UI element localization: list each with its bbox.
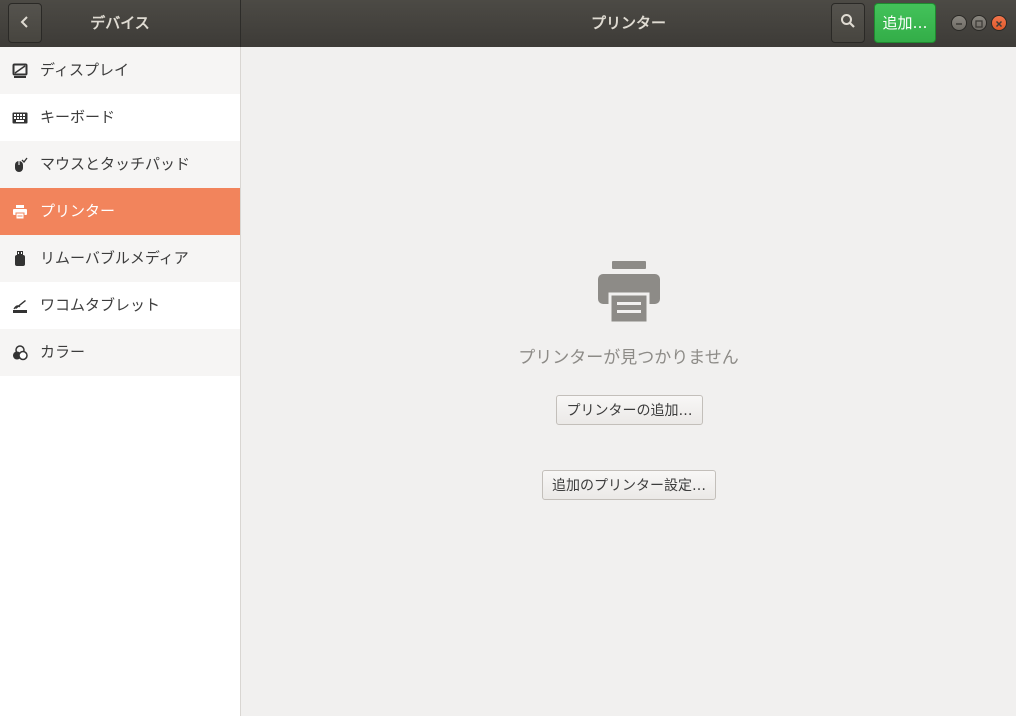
chevron-left-icon — [19, 14, 31, 33]
no-printers-message: プリンターが見つかりません — [518, 348, 739, 368]
sidebar-title: デバイス — [90, 14, 150, 32]
sidebar-item-label: マウスとタッチパッド — [40, 155, 191, 173]
search-icon — [840, 13, 856, 33]
sidebar-item-removable-media[interactable]: リムーバブルメディア — [0, 235, 240, 282]
tablet-icon — [11, 297, 28, 314]
close-button[interactable] — [991, 15, 1007, 31]
printer-icon — [11, 203, 28, 220]
close-icon — [992, 16, 1006, 35]
minimize-icon — [952, 16, 966, 35]
minimize-button[interactable] — [951, 15, 967, 31]
search-button[interactable] — [831, 3, 865, 43]
printers-panel: プリンターが見つかりません プリンターの追加… 追加のプリンター設定… — [241, 47, 1016, 716]
mouse-icon — [11, 156, 28, 173]
sidebar-item-label: ワコムタブレット — [40, 296, 161, 314]
display-icon — [11, 62, 28, 79]
sidebar-item-label: カラー — [40, 343, 86, 361]
sidebar-item-label: キーボード — [40, 108, 116, 126]
additional-printer-settings-button[interactable]: 追加のプリンター設定… — [542, 470, 716, 500]
add-button[interactable]: 追加… — [874, 3, 936, 43]
sidebar-item-mouse[interactable]: マウスとタッチパッド — [0, 141, 240, 188]
maximize-icon — [972, 16, 986, 35]
maximize-button[interactable] — [971, 15, 987, 31]
sidebar-item-display[interactable]: ディスプレイ — [0, 47, 240, 94]
usb-drive-icon — [11, 250, 28, 267]
sidebar-item-printers[interactable]: プリンター — [0, 188, 240, 235]
sidebar-item-color[interactable]: カラー — [0, 329, 240, 376]
header-left-pane: デバイス — [0, 0, 241, 47]
back-button[interactable] — [8, 3, 42, 43]
sidebar-item-wacom[interactable]: ワコムタブレット — [0, 282, 240, 329]
sidebar-item-label: リムーバブルメディア — [40, 249, 189, 267]
sidebar: ディスプレイ キーボード マウスとタッチパッド プリンター リムーバブルメディア — [0, 47, 241, 716]
color-icon — [11, 344, 28, 361]
sidebar-item-keyboard[interactable]: キーボード — [0, 94, 240, 141]
keyboard-icon — [11, 109, 28, 126]
printer-icon — [596, 261, 662, 325]
sidebar-item-label: ディスプレイ — [40, 61, 129, 79]
sidebar-item-label: プリンター — [40, 202, 116, 220]
add-printer-button[interactable]: プリンターの追加… — [556, 395, 703, 425]
settings-window: デバイス プリンター 追加… ディスプレイ キーボード マウスとタッチパッド プ… — [0, 0, 1016, 716]
header-bar: デバイス プリンター 追加… — [0, 0, 1016, 48]
